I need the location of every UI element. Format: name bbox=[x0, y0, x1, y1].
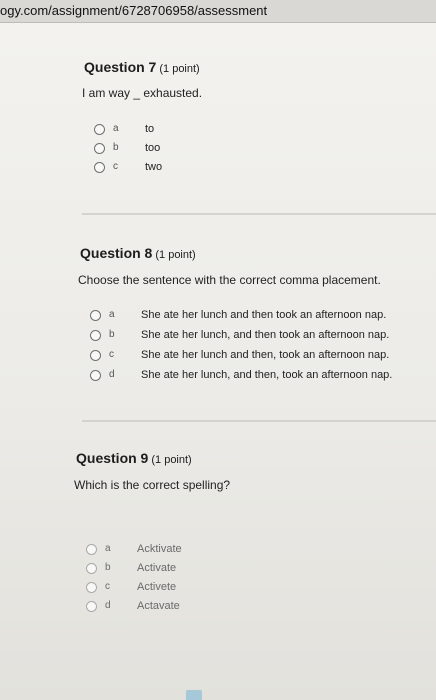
question-number: Question 7 bbox=[84, 59, 157, 75]
question-points: (1 point) bbox=[151, 454, 192, 466]
question-points: (1 point) bbox=[159, 63, 200, 75]
question-number: Question 9 bbox=[76, 450, 149, 466]
answer-option-a[interactable]: a to bbox=[94, 123, 194, 141]
question-divider bbox=[82, 420, 436, 422]
answer-option-c[interactable]: c two bbox=[94, 161, 194, 179]
option-letter: c bbox=[105, 581, 110, 592]
option-text: too bbox=[145, 142, 161, 154]
option-text: Actavate bbox=[137, 600, 180, 612]
answer-option-b[interactable]: b She ate her lunch, and then took an af… bbox=[90, 329, 410, 347]
option-text: Acktivate bbox=[137, 543, 182, 555]
answer-option-d[interactable]: d Actavate bbox=[86, 600, 226, 618]
radio-button[interactable] bbox=[86, 563, 97, 574]
option-text: Activate bbox=[137, 562, 177, 574]
radio-button[interactable] bbox=[90, 350, 101, 361]
answer-option-c[interactable]: c Activete bbox=[86, 581, 226, 599]
radio-button[interactable] bbox=[90, 330, 101, 341]
answer-option-a[interactable]: a She ate her lunch and then took an aft… bbox=[90, 309, 410, 327]
radio-button[interactable] bbox=[86, 601, 97, 612]
radio-button[interactable] bbox=[90, 310, 101, 321]
radio-button[interactable] bbox=[94, 124, 105, 135]
option-text: two bbox=[145, 161, 163, 173]
question-prompt: I am way _ exhausted. bbox=[82, 86, 203, 100]
option-text: She ate her lunch, and then, took an aft… bbox=[141, 369, 393, 381]
option-letter: b bbox=[109, 329, 115, 340]
question-divider bbox=[82, 213, 436, 215]
taskbar-indicator bbox=[186, 690, 202, 700]
option-text: Activete bbox=[137, 581, 177, 593]
option-text: She ate her lunch and then, took an afte… bbox=[141, 349, 390, 361]
radio-button[interactable] bbox=[86, 544, 97, 555]
option-text: to bbox=[145, 123, 155, 135]
option-text: She ate her lunch, and then took an afte… bbox=[141, 329, 390, 341]
answer-option-b[interactable]: b too bbox=[94, 142, 194, 160]
answer-option-b[interactable]: b Activate bbox=[86, 562, 226, 580]
option-letter: d bbox=[105, 600, 111, 611]
url-text: ogy.com/assignment/6728706958/assessment bbox=[0, 3, 268, 18]
question-points: (1 point) bbox=[155, 249, 196, 261]
option-letter: d bbox=[109, 369, 115, 380]
option-text: She ate her lunch and then took an after… bbox=[141, 309, 387, 321]
option-letter: c bbox=[109, 349, 114, 360]
question-title: Question 9 (1 point) bbox=[76, 450, 192, 466]
option-letter: b bbox=[105, 562, 111, 573]
option-letter: b bbox=[113, 142, 119, 153]
option-letter: c bbox=[113, 161, 118, 172]
assessment-page: Question 7 (1 point) I am way _ exhausted… bbox=[0, 23, 436, 700]
browser-address-bar[interactable]: ogy.com/assignment/6728706958/assessment bbox=[0, 0, 436, 23]
option-letter: a bbox=[113, 123, 119, 134]
question-prompt: Which is the correct spelling? bbox=[74, 478, 231, 492]
option-letter: a bbox=[105, 543, 111, 554]
radio-button[interactable] bbox=[86, 582, 97, 593]
answer-option-d[interactable]: d She ate her lunch, and then, took an a… bbox=[90, 369, 410, 387]
question-title: Question 7 (1 point) bbox=[84, 59, 200, 75]
radio-button[interactable] bbox=[90, 370, 101, 381]
option-letter: a bbox=[109, 309, 115, 320]
question-prompt: Choose the sentence with the correct com… bbox=[78, 273, 381, 287]
radio-button[interactable] bbox=[94, 143, 105, 154]
question-number: Question 8 bbox=[80, 245, 153, 261]
answer-option-c[interactable]: c She ate her lunch and then, took an af… bbox=[90, 349, 410, 367]
radio-button[interactable] bbox=[94, 162, 105, 173]
question-title: Question 8 (1 point) bbox=[80, 245, 196, 261]
answer-option-a[interactable]: a Acktivate bbox=[86, 543, 226, 561]
